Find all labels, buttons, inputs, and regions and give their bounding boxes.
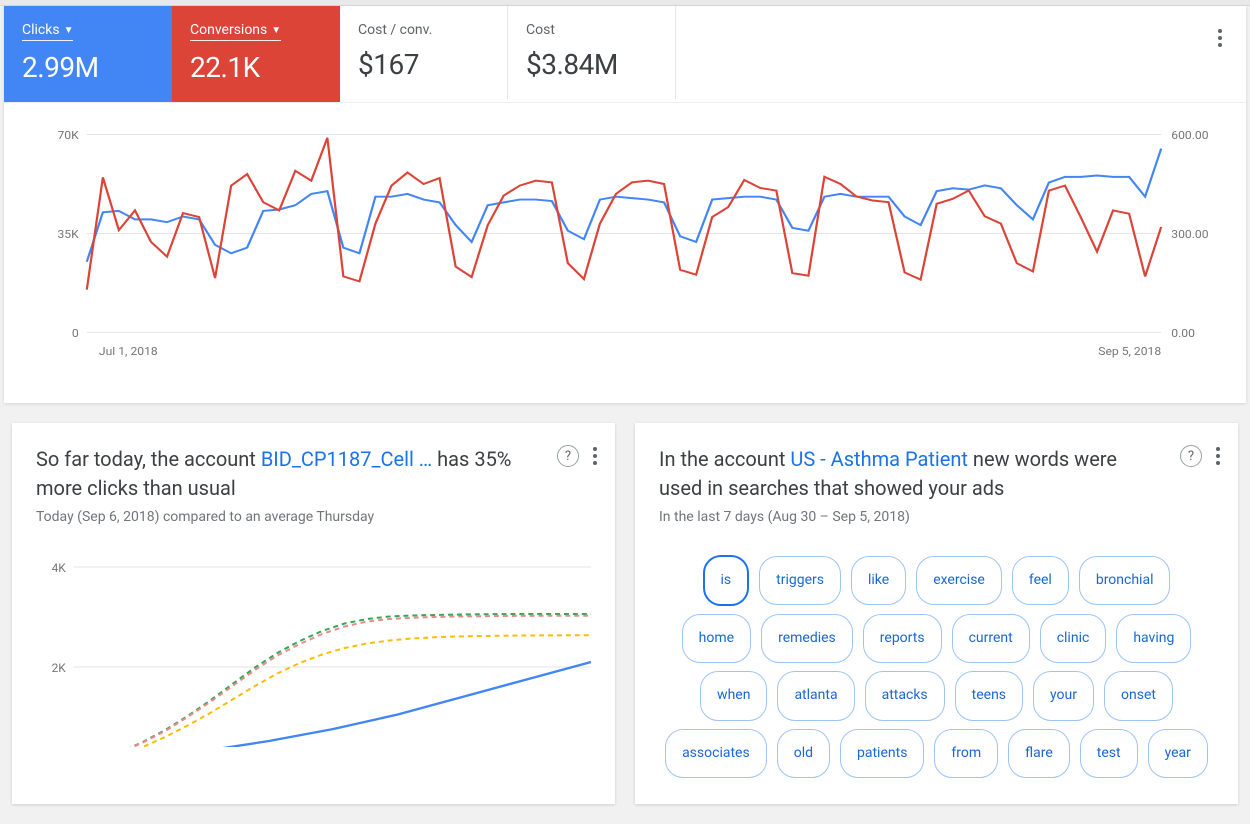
xtick-start: Jul 1, 2018 (99, 345, 158, 358)
xtick-end: Sep 5, 2018 (1098, 345, 1161, 358)
insight1-pre: So far today, the account (36, 447, 261, 471)
search-term-chip[interactable]: onset (1104, 671, 1173, 720)
insight2-account-link[interactable]: US - Asthma Patient (790, 447, 968, 471)
series-conversions (87, 138, 1161, 290)
chevron-down-icon: ▼ (64, 25, 74, 36)
overview-card: Clicks ▼ 2.99M Conversions ▼ 22.1K Cost … (4, 6, 1246, 403)
search-term-chip[interactable]: triggers (759, 556, 841, 605)
search-term-chip[interactable]: is (703, 555, 750, 606)
search-term-chip[interactable]: flare (1008, 729, 1070, 778)
overview-menu-button[interactable] (1208, 26, 1232, 50)
search-term-chip[interactable]: having (1116, 614, 1191, 663)
search-term-chip[interactable]: current (952, 614, 1030, 663)
help-icon[interactable]: ? (557, 445, 579, 467)
metric-cost-per-conv-label: Cost / conv. (358, 22, 432, 38)
search-term-chip[interactable]: exercise (916, 556, 1002, 605)
metric-cost[interactable]: Cost $3.84M (508, 6, 676, 99)
search-term-chip[interactable]: when (700, 671, 767, 720)
insight-clicks-anomaly-card: ? So far today, the account BID_CP1187_C… (12, 423, 615, 804)
chevron-down-icon: ▼ (271, 25, 281, 36)
insight2-subtitle: In the last 7 days (Aug 30 – Sep 5, 2018… (659, 509, 1214, 525)
search-term-chip[interactable]: bronchial (1079, 556, 1171, 605)
insight2-title: In the account US - Asthma Patient new w… (659, 445, 1154, 503)
search-term-chip[interactable]: from (934, 729, 998, 778)
search-term-chip[interactable]: reports (863, 614, 942, 663)
metric-cost-per-conv-value: $167 (358, 48, 489, 81)
insight-search-terms-card: ? In the account US - Asthma Patient new… (635, 423, 1238, 804)
time-series-chart[interactable]: 70K 35K 0 600.00 300.00 0.00 Jul 1, 2018… (4, 103, 1246, 403)
insight1-title: So far today, the account BID_CP1187_Cel… (36, 445, 531, 503)
metrics-row: Clicks ▼ 2.99M Conversions ▼ 22.1K Cost … (4, 6, 1246, 103)
metric-cost-label: Cost (526, 22, 555, 38)
insight1-subtitle: Today (Sep 6, 2018) compared to an avera… (36, 509, 591, 525)
search-term-chip[interactable]: teens (955, 671, 1023, 720)
search-term-chip[interactable]: patients (840, 729, 924, 778)
search-term-chip[interactable]: clinic (1040, 614, 1107, 663)
metric-clicks-value: 2.99M (22, 51, 154, 84)
help-icon[interactable]: ? (1180, 445, 1202, 467)
metric-clicks[interactable]: Clicks ▼ 2.99M (4, 6, 172, 102)
search-term-chip[interactable]: feel (1012, 556, 1069, 605)
insight1-account-link[interactable]: BID_CP1187_Cell … (261, 447, 432, 471)
ytick-right-0: 600.00 (1171, 129, 1208, 142)
series-avg-upper (76, 614, 591, 747)
ytick-left-2: 0 (72, 327, 79, 340)
search-term-chip[interactable]: remedies (761, 614, 853, 663)
search-term-chip[interactable]: your (1033, 671, 1094, 720)
ytick-right-1: 300.00 (1171, 228, 1208, 241)
ytick-left-1: 35K (57, 228, 79, 241)
search-term-chip[interactable]: year (1148, 729, 1208, 778)
metric-conversions-value: 22.1K (190, 51, 322, 84)
search-term-chips: istriggerslikeexercisefeelbronchialhomer… (659, 551, 1214, 782)
more-icon[interactable] (1212, 443, 1224, 469)
search-term-chip[interactable]: old (777, 729, 830, 778)
search-term-chip[interactable]: test (1080, 729, 1138, 778)
series-clicks (87, 149, 1161, 262)
search-term-chip[interactable]: like (851, 556, 906, 605)
search-term-chip[interactable]: atlanta (777, 671, 854, 720)
metric-cost-value: $3.84M (526, 48, 657, 81)
ytick-left-0: 70K (57, 129, 79, 142)
search-term-chip[interactable]: attacks (865, 671, 945, 720)
metric-cost-per-conv[interactable]: Cost / conv. $167 (340, 6, 508, 99)
metric-conversions[interactable]: Conversions ▼ 22.1K (172, 6, 340, 102)
metric-conversions-label: Conversions (190, 22, 267, 38)
insight1-chart[interactable]: 4K 2K (36, 547, 591, 747)
metric-clicks-label: Clicks (22, 22, 60, 38)
series-avg-lower (76, 635, 591, 747)
mini-ytick-0: 4K (52, 561, 67, 575)
series-today (76, 662, 591, 747)
mini-ytick-1: 2K (52, 661, 67, 675)
insight2-pre: In the account (659, 447, 790, 471)
ytick-right-2: 0.00 (1171, 327, 1195, 340)
more-icon[interactable] (589, 443, 601, 469)
search-term-chip[interactable]: associates (665, 729, 767, 778)
search-term-chip[interactable]: home (682, 614, 751, 663)
more-icon (1214, 25, 1226, 51)
